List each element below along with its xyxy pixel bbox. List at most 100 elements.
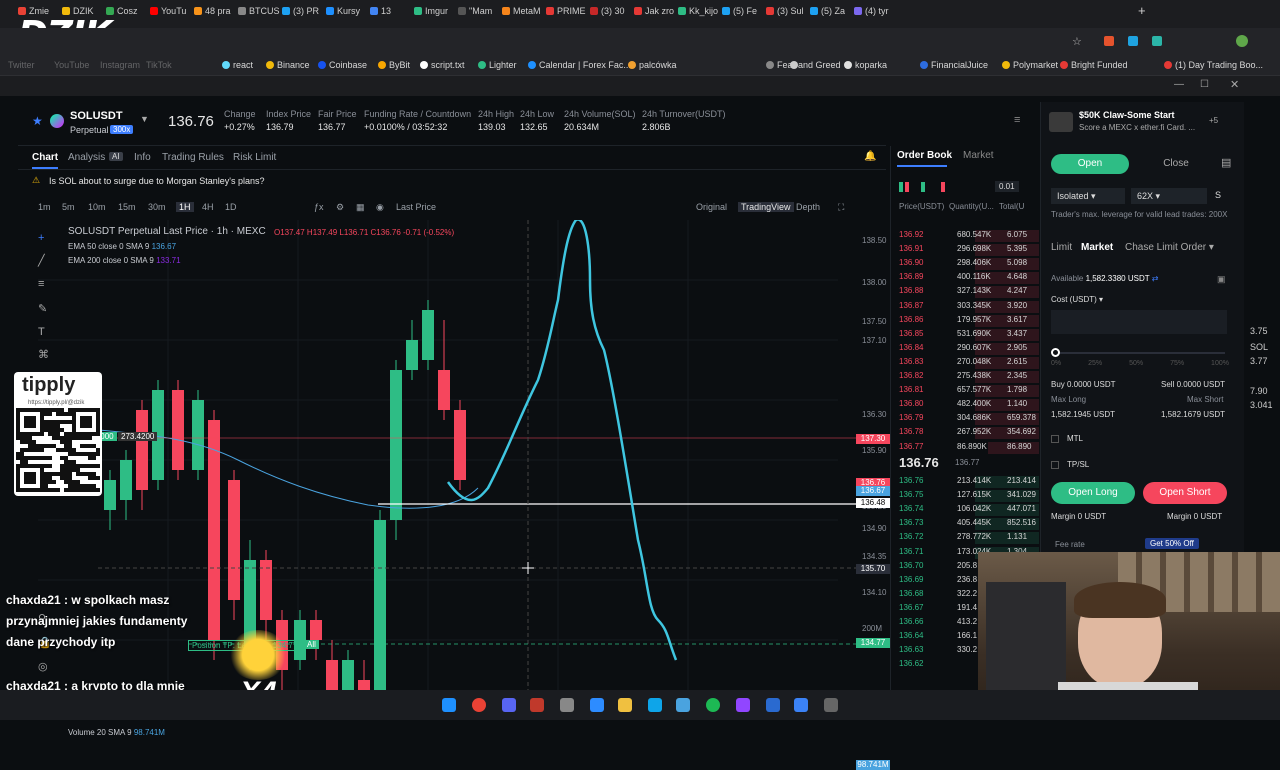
bookmark-item[interactable]: Calendar | Forex Fac... — [528, 60, 631, 70]
chevron-down-icon[interactable]: ▼ — [140, 114, 149, 124]
timeframe-1d[interactable]: 1D — [225, 202, 237, 212]
browser-tab[interactable]: (3) Sul — [766, 6, 808, 22]
orderbook-row[interactable]: 136.75 127.615K 341.029 — [899, 490, 1039, 503]
app-icon[interactable] — [530, 698, 544, 712]
address-bar[interactable]: ☆ — [0, 28, 1280, 56]
browser-tab[interactable]: 13 — [370, 6, 412, 22]
browser-tab[interactable]: Cosz — [106, 6, 148, 22]
calculator-icon[interactable]: ▤ — [1221, 156, 1231, 169]
bookmark-item[interactable] — [790, 60, 801, 70]
orderbook-row[interactable]: 136.89 400.116K 4.648 — [899, 272, 1039, 285]
new-tab-button[interactable]: + — [1138, 3, 1146, 19]
last-price-select[interactable]: Last Price — [396, 202, 436, 212]
cost-input[interactable] — [1051, 310, 1227, 334]
browser-tab[interactable]: Imgur — [414, 6, 456, 22]
browser-tab[interactable]: Kursy — [326, 6, 368, 22]
tp-all-button[interactable]: All — [304, 640, 319, 649]
tab-order-book[interactable]: Order Book — [897, 150, 952, 161]
tab-market-order[interactable]: Market — [1081, 242, 1113, 253]
bookmark-item[interactable]: ByBit — [378, 60, 410, 70]
orderbook-row[interactable]: 136.88 327.143K 4.247 — [899, 286, 1039, 299]
bookmark-item[interactable]: FinancialJuice — [920, 60, 988, 70]
minimize-icon[interactable]: — — [1174, 79, 1184, 90]
orderbook-row[interactable]: 136.85 531.690K 3.437 — [899, 328, 1039, 342]
orderbook-row[interactable]: 136.87 303.345K 3.920 — [899, 300, 1039, 314]
browser-tab[interactable]: BTCUS — [238, 6, 280, 22]
symbol-name[interactable]: SOLUSDT — [70, 110, 123, 122]
bookmark-item[interactable]: script.txt — [420, 60, 465, 70]
maximize-icon[interactable]: ☐ — [1200, 79, 1209, 90]
side-mode[interactable]: S — [1215, 190, 1221, 200]
orderbook-row[interactable]: 136.82 275.438K 2.345 — [899, 371, 1039, 384]
tab-chase-limit[interactable]: Chase Limit Order ▾ — [1125, 242, 1214, 253]
browser-tab[interactable]: MetaM — [502, 6, 544, 22]
tab-analysis[interactable]: Analysis — [68, 152, 105, 163]
orderbook-row[interactable]: 136.80 482.400K 1.140 — [899, 399, 1039, 412]
discount-badge[interactable]: Get 50% Off — [1145, 538, 1199, 549]
orderbook-row[interactable]: 136.78 267.952K 354.692 — [899, 427, 1039, 440]
bell-icon[interactable]: 🔔 — [864, 151, 876, 162]
close-tab[interactable]: Close — [1137, 154, 1215, 174]
orderbook-row[interactable]: 136.90 298.406K 5.098 — [899, 258, 1039, 271]
browser-tab[interactable]: "Mam — [458, 6, 500, 22]
windows-start-icon[interactable] — [442, 698, 456, 712]
favorite-star-icon[interactable]: ★ — [32, 114, 43, 128]
bookmark-item[interactable]: Bright Funded — [1060, 60, 1128, 70]
app-icon[interactable] — [824, 698, 838, 712]
margin-mode-select[interactable]: Isolated ▾ — [1051, 188, 1125, 204]
extension-icon[interactable] — [1104, 36, 1114, 46]
timeframe-4h[interactable]: 4H — [202, 202, 214, 212]
mtl-checkbox[interactable] — [1051, 435, 1059, 443]
orderbook-row[interactable]: 136.81 657.577K 1.798 — [899, 385, 1039, 398]
view-original[interactable]: Original — [696, 202, 727, 212]
gear-icon[interactable]: ⚙ — [336, 202, 344, 213]
bookmark-item[interactable]: Binance — [266, 60, 310, 70]
bookmark-item[interactable]: Twitter — [8, 60, 35, 70]
bookmark-item[interactable]: YouTube — [54, 60, 89, 70]
app-icon[interactable] — [560, 698, 574, 712]
bookmark-item[interactable]: Polymarket — [1002, 60, 1058, 70]
bookmark-item[interactable]: Coinbase — [318, 60, 367, 70]
browser-tab[interactable]: Kk_kijo — [678, 6, 720, 22]
timeframe-15m[interactable]: 15m — [118, 202, 136, 212]
browser-tab[interactable]: (5) Fe — [722, 6, 764, 22]
bookmark-item[interactable]: palcówka — [628, 60, 677, 70]
browser-tab[interactable]: (3) PR — [282, 6, 324, 22]
browser-tab[interactable]: Jak zro — [634, 6, 676, 22]
news-notice[interactable]: ⚠ Is SOL about to surge due to Morgan St… — [18, 170, 886, 192]
tab-trading-rules[interactable]: Trading Rules — [162, 152, 224, 163]
leverage-select[interactable]: 62X ▾ — [1131, 188, 1207, 204]
orderbook-row[interactable]: 136.73 405.445K 852.516 — [899, 518, 1039, 531]
timeframe-30m[interactable]: 30m — [148, 202, 166, 212]
orderbook-row[interactable]: 136.86 179.957K 3.617 — [899, 314, 1039, 328]
tab-risk-limit[interactable]: Risk Limit — [233, 152, 276, 163]
browser-tab[interactable]: 48 pra — [194, 6, 236, 22]
bookmark-item[interactable]: koparka — [844, 60, 887, 70]
bookmark-item[interactable]: Fear and Greed — [766, 60, 841, 70]
spotify-icon[interactable] — [706, 698, 720, 712]
open-short-button[interactable]: Open Short — [1143, 482, 1227, 504]
timeframe-10m[interactable]: 10m — [88, 202, 106, 212]
transfer-icon[interactable]: ▣ — [1217, 274, 1226, 285]
promo-title[interactable]: $50K Claw-Some Start — [1079, 110, 1175, 120]
app-icon[interactable] — [766, 698, 780, 712]
timeframe-1m[interactable]: 1m — [38, 202, 51, 212]
orderbook-row[interactable]: 136.74 106.042K 447.071 — [899, 504, 1039, 517]
close-icon[interactable]: ✕ — [1230, 78, 1239, 91]
view-depth[interactable]: Depth — [796, 202, 820, 212]
open-long-button[interactable]: Open Long — [1051, 482, 1135, 504]
extension-icon[interactable] — [1152, 36, 1162, 46]
star-icon[interactable]: ☆ — [1072, 35, 1084, 48]
orderbook-row[interactable]: 136.77 86.890K 86.890 — [899, 441, 1039, 455]
camera-icon[interactable]: ◉ — [376, 202, 384, 213]
orderbook-row[interactable]: 136.72 278.772K 1.131 — [899, 532, 1039, 545]
folder-icon[interactable] — [618, 698, 632, 712]
orderbook-row[interactable]: 136.91 296.698K 5.395 — [899, 244, 1039, 257]
app-icon[interactable] — [648, 698, 662, 712]
bookmark-item[interactable]: Instagram — [100, 60, 140, 70]
orderbook-row[interactable]: 136.92 680.547K 6.075 — [899, 230, 1039, 243]
bookmark-item[interactable]: Lighter — [478, 60, 517, 70]
app-icon[interactable] — [590, 698, 604, 712]
profile-avatar[interactable] — [1236, 35, 1248, 47]
asks-only-icon[interactable] — [941, 182, 951, 192]
